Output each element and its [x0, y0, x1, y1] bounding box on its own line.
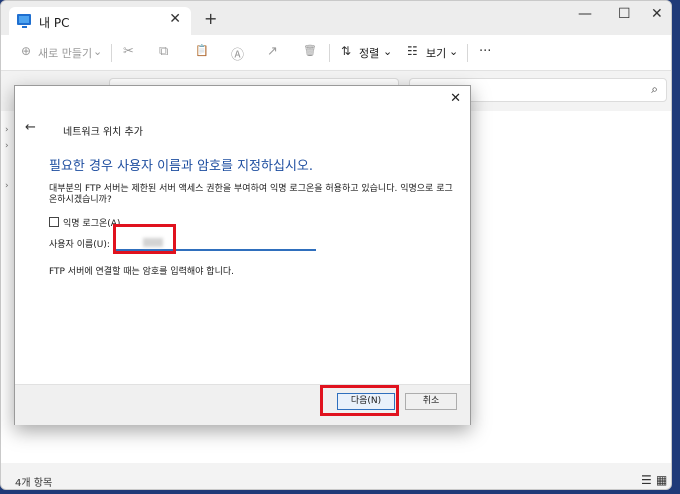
divider	[329, 44, 330, 62]
maximize-button[interactable]: ☐	[618, 6, 631, 22]
sort-button[interactable]: 정렬	[359, 45, 379, 61]
username-label: 사용자 이름(U):	[49, 240, 110, 250]
item-count: 4개 항목	[15, 478, 53, 489]
dialog-title-bar: ✕	[15, 86, 470, 108]
view-button[interactable]: 보기	[426, 45, 446, 61]
tab-close-icon[interactable]: ✕	[169, 11, 181, 27]
divider	[111, 44, 112, 62]
anonymous-logon-checkbox[interactable]	[49, 217, 59, 227]
share-icon[interactable]: ↗	[267, 44, 278, 59]
view-chevron-icon: ⌄	[449, 45, 459, 58]
sort-chevron-icon: ⌄	[383, 45, 393, 58]
dialog-heading: 필요한 경우 사용자 이름과 암호를 지정하십시오.	[49, 159, 313, 174]
anonymous-logon-label: 익명 로그온(A)	[63, 219, 121, 229]
new-chevron-icon: ⌄	[93, 45, 103, 58]
tab-title: 내 PC	[39, 16, 70, 30]
dialog-close-icon[interactable]: ✕	[450, 91, 461, 106]
dialog-footer: 다음(N) 취소	[15, 384, 470, 425]
cut-icon[interactable]: ✂	[123, 44, 134, 59]
status-bar: 4개 항목 ☰ ▦	[1, 471, 671, 489]
command-bar: ⊕ 새로 만들기 ⌄ ✂ ⧉ 📋 Ⓐ ↗ 🗑 ⇅ 정렬 ⌄ ☷ 보기 ⌄ ···	[1, 35, 671, 71]
chevron-right-icon[interactable]: ›	[5, 141, 9, 151]
chevron-right-icon[interactable]: ›	[5, 125, 9, 135]
cancel-button[interactable]: 취소	[405, 393, 457, 410]
delete-icon[interactable]: 🗑	[303, 44, 317, 57]
copy-icon[interactable]: ⧉	[159, 44, 168, 59]
highlight-box-next	[320, 385, 399, 416]
sort-icon: ⇅	[341, 44, 352, 58]
search-icon: ⌕	[651, 82, 658, 96]
highlight-box-username	[113, 224, 176, 254]
computer-icon	[17, 14, 31, 28]
rename-icon[interactable]: Ⓐ	[231, 44, 244, 63]
view-icon: ☷	[407, 44, 418, 58]
dialog-description: 대부분의 FTP 서버는 제한된 서버 액세스 권한을 부여하여 익명 로그온을…	[49, 184, 453, 205]
add-network-location-dialog: ✕ ← 네트워크 위치 추가 필요한 경우 사용자 이름과 암호를 지정하십시오…	[14, 85, 471, 425]
new-button[interactable]: 새로 만들기	[38, 45, 92, 61]
close-window-button[interactable]: ✕	[651, 6, 663, 22]
details-view-icon[interactable]: ☰	[641, 473, 652, 487]
tiles-view-icon[interactable]: ▦	[656, 473, 667, 487]
new-tab-button[interactable]: +	[204, 9, 217, 28]
minimize-button[interactable]: —	[578, 6, 592, 22]
more-options-icon[interactable]: ···	[479, 44, 491, 59]
dialog-header-title: 네트워크 위치 추가	[63, 127, 143, 138]
chevron-right-icon[interactable]: ›	[5, 181, 9, 191]
paste-icon[interactable]: 📋	[195, 44, 209, 57]
password-note: FTP 서버에 연결할 때는 암호를 입력해야 합니다.	[49, 267, 235, 277]
back-arrow-icon[interactable]: ←	[25, 120, 36, 135]
new-icon: ⊕	[21, 44, 32, 58]
divider	[467, 44, 468, 62]
title-bar: 내 PC ✕ + — ☐ ✕	[1, 1, 671, 35]
tab-my-pc[interactable]: 내 PC ✕	[9, 7, 191, 35]
